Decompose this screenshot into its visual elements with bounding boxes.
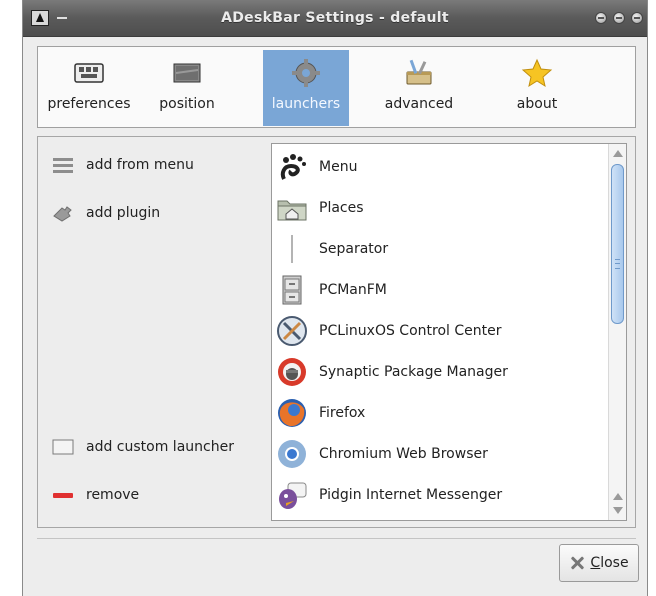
close-icon: [569, 555, 585, 571]
tab-label: preferences: [47, 96, 131, 112]
launcher-label: Chromium Web Browser: [319, 445, 488, 462]
divider: [37, 538, 636, 539]
scrollbar-thumb[interactable]: [611, 164, 624, 324]
launcher-label: Separator: [319, 240, 389, 257]
pidgin-icon: [276, 479, 308, 511]
scroll-down-icon[interactable]: [613, 507, 623, 514]
add-plugin-label: add plugin: [86, 205, 161, 221]
list-item[interactable]: PCManFM: [272, 269, 608, 310]
add-custom-launcher-label: add custom launcher: [86, 439, 234, 455]
list-item[interactable]: Places: [272, 187, 608, 228]
close-window-button[interactable]: [631, 12, 643, 24]
tab-about[interactable]: about: [494, 50, 580, 126]
tab-position[interactable]: position: [144, 50, 230, 126]
gear-icon: [289, 58, 323, 92]
launchers-list[interactable]: Menu Places Separator PCManFM PCLinuxOS …: [271, 143, 627, 521]
remove-icon: [52, 486, 74, 504]
maximize-button[interactable]: [613, 12, 625, 24]
launcher-label: Firefox: [319, 404, 366, 421]
tab-label: about: [516, 96, 558, 112]
menu-lines-icon: [52, 156, 74, 174]
launcher-label: Menu: [319, 158, 358, 175]
launcher-label: Pidgin Internet Messenger: [319, 486, 503, 503]
chromium-icon: [276, 438, 308, 470]
star-icon: [520, 58, 554, 92]
minimize-button[interactable]: [595, 12, 607, 24]
puzzle-plugin-icon: [52, 204, 74, 222]
blank-launcher-icon: [52, 438, 74, 456]
settings-tabs-toolbar: preferences position launchers advanced …: [37, 46, 636, 128]
list-item[interactable]: Synaptic Package Manager: [272, 351, 608, 392]
list-item[interactable]: Menu: [272, 146, 608, 187]
list-item[interactable]: Pidgin Internet Messenger: [272, 474, 608, 515]
firefox-icon: [276, 397, 308, 429]
tab-launchers[interactable]: launchers: [263, 50, 349, 126]
control-center-icon: [276, 315, 308, 347]
add-plugin-button[interactable]: add plugin: [52, 201, 160, 225]
launchers-panel: add from menu add plugin add custom laun…: [37, 136, 636, 528]
add-from-menu-label: add from menu: [86, 157, 194, 173]
remove-button[interactable]: remove: [52, 483, 139, 507]
separator-icon: [276, 233, 308, 265]
list-item[interactable]: PCLinuxOS Control Center: [272, 310, 608, 351]
grip-icon: [615, 259, 620, 269]
screen-icon: [170, 58, 204, 92]
launcher-label: PCManFM: [319, 281, 387, 298]
settings-window: ADeskBar Settings - default preferences: [22, 0, 648, 596]
list-item[interactable]: Chromium Web Browser: [272, 433, 608, 474]
keyboard-icon: [72, 58, 106, 92]
scroll-up-secondary-icon[interactable]: [613, 493, 623, 500]
tab-advanced[interactable]: advanced: [376, 50, 462, 126]
title-bar[interactable]: ADeskBar Settings - default: [23, 0, 647, 37]
launcher-label: Synaptic Package Manager: [319, 363, 508, 380]
tab-label: advanced: [384, 96, 454, 112]
tab-label: launchers: [271, 96, 341, 112]
add-custom-launcher-button[interactable]: add custom launcher: [52, 435, 234, 459]
close-label: Close: [590, 555, 628, 571]
add-from-menu-button[interactable]: add from menu: [52, 153, 194, 177]
tab-label: position: [159, 96, 215, 112]
list-scrollbar[interactable]: [608, 144, 626, 520]
list-item[interactable]: Firefox: [272, 392, 608, 433]
close-mnemonic: C: [590, 555, 601, 571]
launcher-label: Places: [319, 199, 364, 216]
close-label-rest: lose: [600, 555, 629, 571]
launcher-label: PCLinuxOS Control Center: [319, 322, 502, 339]
toolbox-icon: [402, 58, 436, 92]
scroll-up-icon[interactable]: [613, 150, 623, 157]
list-item[interactable]: Separator: [272, 228, 608, 269]
folder-home-icon: [276, 192, 308, 224]
gnome-foot-icon: [276, 151, 308, 183]
file-cabinet-icon: [276, 274, 308, 306]
synaptic-icon: [276, 356, 308, 388]
close-button[interactable]: Close: [559, 544, 639, 582]
remove-label: remove: [86, 487, 140, 503]
tab-preferences[interactable]: preferences: [46, 50, 132, 126]
window-title: ADeskBar Settings - default: [221, 10, 449, 26]
